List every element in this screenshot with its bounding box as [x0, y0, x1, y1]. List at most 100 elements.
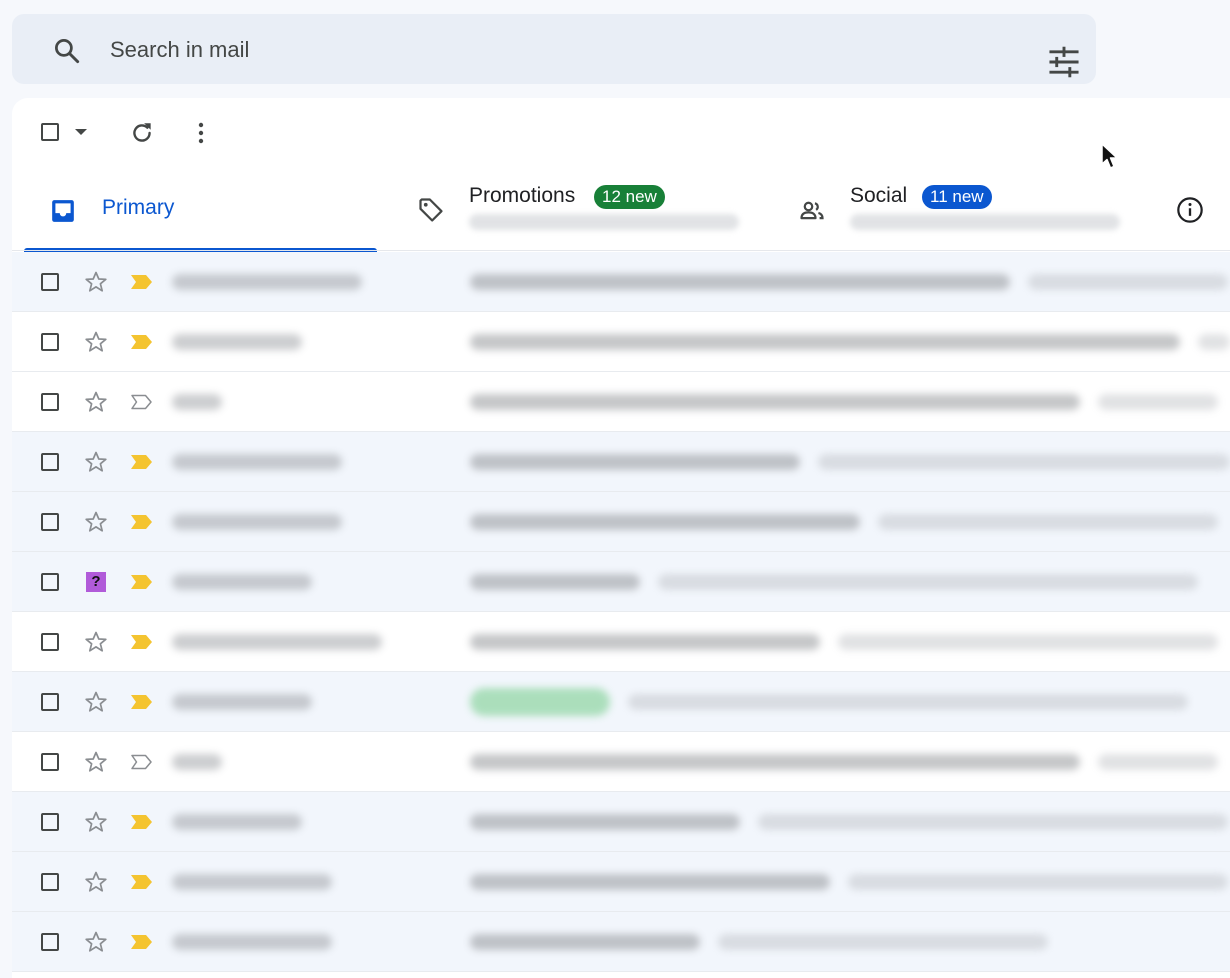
row-checkbox[interactable] [41, 813, 59, 831]
email-row[interactable] [12, 792, 1230, 852]
snippet-blurred [1028, 274, 1228, 290]
sender-name-blurred [172, 934, 332, 950]
subject-blurred [470, 874, 830, 890]
important-marker-icon[interactable] [130, 873, 154, 891]
tab-social[interactable]: Social 11 new [788, 168, 1168, 252]
snippet-blurred [658, 574, 1198, 590]
social-new-badge: 11 new [922, 185, 992, 209]
star-icon[interactable] [84, 330, 108, 354]
sender-name-blurred [172, 514, 342, 530]
sender-name-blurred [172, 574, 312, 590]
important-marker-icon[interactable] [130, 753, 154, 771]
sender-name-blurred [172, 814, 302, 830]
row-checkbox[interactable] [41, 453, 59, 471]
subject-blurred [470, 574, 640, 590]
email-row[interactable] [12, 492, 1230, 552]
people-icon [800, 201, 824, 220]
sender-name-blurred [172, 274, 362, 290]
email-row[interactable] [12, 912, 1230, 972]
mouse-cursor-icon [1101, 143, 1118, 169]
select-all-checkbox[interactable] [41, 123, 59, 141]
star-icon[interactable] [84, 870, 108, 894]
promotions-new-badge: 12 new [594, 185, 665, 209]
important-marker-icon[interactable] [130, 813, 154, 831]
important-marker-icon[interactable] [130, 393, 154, 411]
star-icon[interactable] [84, 450, 108, 474]
row-checkbox[interactable] [41, 693, 59, 711]
email-row[interactable]: ? [12, 552, 1230, 612]
sender-name-blurred [172, 634, 382, 650]
subject-blurred [470, 274, 1010, 290]
email-row[interactable] [12, 432, 1230, 492]
email-row[interactable] [12, 372, 1230, 432]
snippet-blurred [818, 454, 1230, 470]
refresh-icon[interactable] [129, 120, 155, 146]
email-row[interactable] [12, 672, 1230, 732]
chevron-down-icon[interactable] [74, 127, 88, 137]
search-bar [12, 14, 1096, 84]
row-checkbox[interactable] [41, 753, 59, 771]
snippet-blurred [718, 934, 1048, 950]
inbox-icon [52, 200, 74, 222]
tag-icon [419, 198, 443, 222]
star-icon[interactable] [84, 750, 108, 774]
question-mark-icon[interactable]: ? [86, 572, 106, 592]
tab-promotions-label: Promotions [469, 184, 576, 207]
important-marker-icon[interactable] [130, 693, 154, 711]
info-icon[interactable] [1176, 196, 1204, 224]
row-checkbox[interactable] [41, 633, 59, 651]
star-icon[interactable] [84, 690, 108, 714]
row-checkbox[interactable] [41, 933, 59, 951]
important-marker-icon[interactable] [130, 333, 154, 351]
tab-primary-label: Primary [102, 196, 175, 219]
snippet-blurred [628, 694, 1188, 710]
row-checkbox[interactable] [41, 573, 59, 591]
sender-name-blurred [172, 454, 342, 470]
star-icon[interactable] [84, 390, 108, 414]
email-list: ? [12, 252, 1230, 972]
email-row[interactable] [12, 852, 1230, 912]
important-marker-icon[interactable] [130, 513, 154, 531]
subject-blurred [470, 634, 820, 650]
important-marker-icon[interactable] [130, 273, 154, 291]
important-marker-icon[interactable] [130, 633, 154, 651]
row-checkbox[interactable] [41, 333, 59, 351]
tune-icon[interactable] [1046, 46, 1082, 78]
subject-blurred [470, 454, 800, 470]
sender-name-blurred [172, 754, 222, 770]
tab-social-label: Social [850, 184, 908, 207]
snippet-blurred [838, 634, 1218, 650]
snippet-blurred [848, 874, 1228, 890]
subject-blurred [470, 334, 1180, 350]
social-preview-snippet [850, 214, 1120, 230]
row-checkbox[interactable] [41, 393, 59, 411]
snippet-blurred [758, 814, 1228, 830]
search-icon[interactable] [52, 36, 82, 66]
email-row[interactable] [12, 612, 1230, 672]
tab-primary[interactable]: Primary [24, 168, 389, 252]
email-row[interactable] [12, 312, 1230, 372]
star-icon[interactable] [84, 810, 108, 834]
email-row[interactable] [12, 732, 1230, 792]
important-marker-icon[interactable] [130, 573, 154, 591]
sender-name-blurred [172, 874, 332, 890]
search-input[interactable] [108, 32, 1012, 68]
snippet-blurred [878, 514, 1218, 530]
star-icon[interactable] [84, 930, 108, 954]
tab-promotions[interactable]: Promotions 12 new [407, 168, 767, 252]
star-icon[interactable] [84, 270, 108, 294]
star-icon[interactable] [84, 630, 108, 654]
email-row[interactable] [12, 252, 1230, 312]
sender-name-blurred [172, 394, 222, 410]
important-marker-icon[interactable] [130, 453, 154, 471]
row-checkbox[interactable] [41, 873, 59, 891]
snippet-blurred [1198, 334, 1230, 350]
row-checkbox[interactable] [41, 513, 59, 531]
star-icon[interactable] [84, 510, 108, 534]
subject-blurred [470, 814, 740, 830]
subject-blurred [470, 934, 700, 950]
snippet-blurred [1098, 394, 1218, 410]
row-checkbox[interactable] [41, 273, 59, 291]
important-marker-icon[interactable] [130, 933, 154, 951]
more-vert-icon[interactable] [194, 120, 208, 146]
